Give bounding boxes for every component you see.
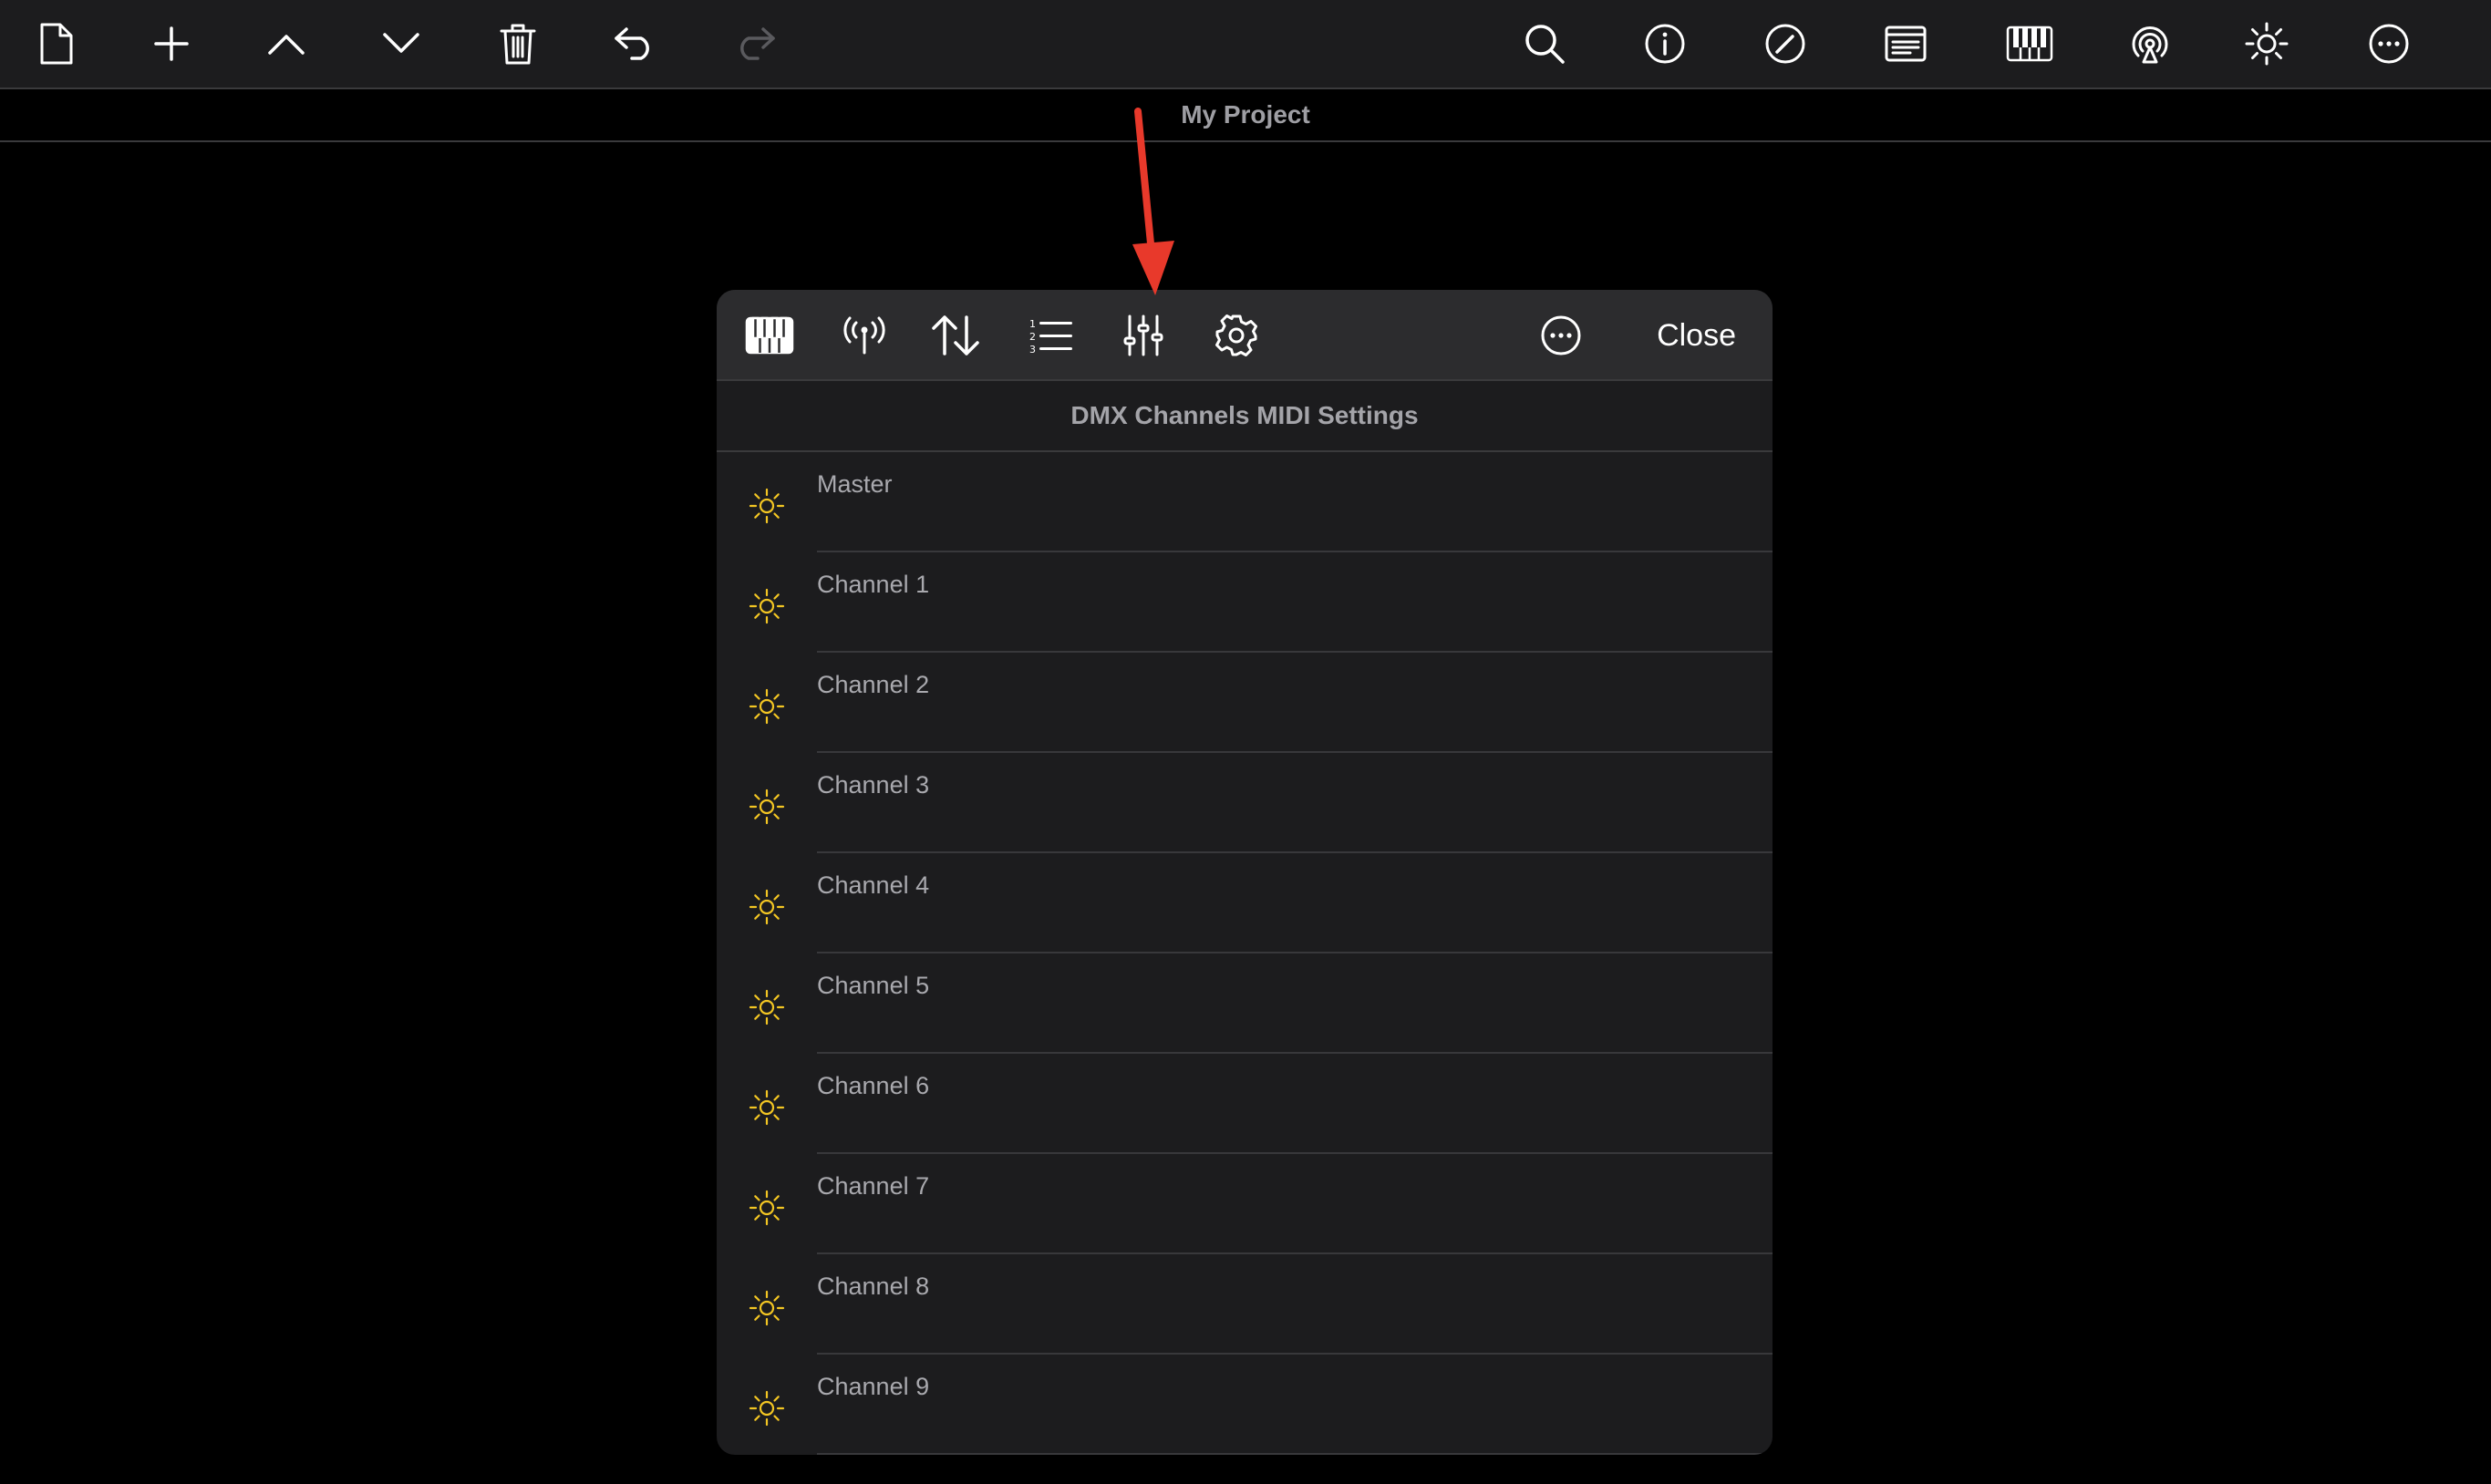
new-document-icon	[36, 22, 77, 66]
sun-icon	[748, 788, 786, 826]
midi-button[interactable]	[2002, 16, 2057, 71]
more-icon	[2368, 23, 2410, 65]
channel-row[interactable]: Master	[717, 452, 1773, 552]
more-button[interactable]	[2362, 16, 2416, 71]
edit-button[interactable]	[1758, 16, 1813, 71]
undo-icon	[614, 26, 656, 61]
gear-icon	[1214, 314, 1258, 357]
channel-row[interactable]: Channel 7	[717, 1154, 1773, 1254]
channel-label: Channel 4	[817, 871, 930, 899]
panel-midi-tab[interactable]	[744, 310, 795, 361]
info-icon	[1644, 23, 1686, 65]
piano-keys-icon	[2006, 26, 2053, 62]
panel-network-tab[interactable]	[839, 310, 890, 361]
redo-button[interactable]	[728, 16, 782, 71]
panel-more-button[interactable]	[1535, 310, 1587, 361]
channel-row[interactable]: Channel 3	[717, 753, 1773, 853]
channel-row[interactable]: Channel 8	[717, 1254, 1773, 1355]
channel-label: Channel 8	[817, 1273, 930, 1300]
new-document-button[interactable]	[29, 16, 84, 71]
channel-row[interactable]: Channel 9	[717, 1355, 1773, 1455]
panel-header: DMX Channels MIDI Settings	[717, 381, 1773, 452]
plus-icon	[153, 26, 190, 62]
channel-label: Channel 7	[817, 1172, 930, 1200]
sun-icon	[748, 988, 786, 1026]
document-text-icon	[1885, 26, 1927, 62]
sun-icon	[748, 487, 786, 525]
edit-circle-icon	[1764, 23, 1806, 65]
piano-keys-icon	[745, 316, 794, 355]
svg-text:3: 3	[1029, 344, 1036, 355]
move-down-button[interactable]	[374, 16, 429, 71]
project-title-bar: My Project	[0, 89, 2491, 142]
panel-dmx-tab[interactable]	[1118, 310, 1169, 361]
move-up-button[interactable]	[259, 16, 314, 71]
channel-row[interactable]: Channel 1	[717, 552, 1773, 653]
broadcast-icon	[2129, 23, 2171, 65]
sort-arrows-icon	[930, 314, 981, 356]
antenna-icon	[842, 316, 887, 355]
channel-label: Channel 6	[817, 1072, 930, 1099]
delete-button[interactable]	[491, 16, 545, 71]
panel-title: DMX Channels MIDI Settings	[1070, 401, 1419, 429]
sun-icon	[748, 1389, 786, 1427]
info-button[interactable]	[1638, 16, 1692, 71]
add-button[interactable]	[144, 16, 199, 71]
dmx-midi-settings-panel: 1 2 3 Close DMX Channels MIDI Settings M…	[717, 290, 1773, 1455]
project-title: My Project	[1181, 100, 1310, 129]
svg-text:1: 1	[1029, 318, 1036, 330]
channel-label: Master	[817, 470, 893, 498]
channel-label: Channel 5	[817, 972, 930, 999]
app-toolbar	[0, 0, 2491, 89]
chevron-up-icon	[267, 32, 305, 56]
channel-label: Channel 3	[817, 771, 930, 799]
channel-row[interactable]: Channel 6	[717, 1054, 1773, 1154]
close-button[interactable]: Close	[1657, 310, 1736, 361]
channel-label: Channel 1	[817, 571, 930, 598]
channel-list: Master Channel 1 Channel 2 Channel 3 Cha…	[717, 452, 1773, 1455]
search-button[interactable]	[1517, 16, 1572, 71]
panel-toolbar: 1 2 3 Close	[717, 290, 1773, 381]
brightness-button[interactable]	[2239, 16, 2294, 71]
channel-row[interactable]: Channel 2	[717, 653, 1773, 753]
broadcast-button[interactable]	[2123, 16, 2177, 71]
sun-icon	[748, 1289, 786, 1327]
brightness-icon	[2245, 22, 2289, 66]
sun-icon	[748, 587, 786, 625]
channel-label: Channel 9	[817, 1373, 930, 1400]
chevron-down-icon	[382, 32, 420, 56]
sun-icon	[748, 687, 786, 726]
channel-label: Channel 2	[817, 671, 930, 698]
row-divider	[817, 1453, 1773, 1455]
panel-list-tab[interactable]: 1 2 3	[1026, 310, 1077, 361]
panel-sort-tab[interactable]	[930, 310, 981, 361]
sliders-icon	[1122, 314, 1164, 356]
sun-icon	[748, 888, 786, 926]
redo-icon	[734, 26, 776, 61]
numbered-list-icon: 1 2 3	[1028, 316, 1074, 355]
sun-icon	[748, 1189, 786, 1227]
panel-settings-tab[interactable]	[1211, 310, 1262, 361]
channel-row[interactable]: Channel 5	[717, 953, 1773, 1054]
svg-text:2: 2	[1029, 331, 1036, 343]
sun-icon	[748, 1088, 786, 1127]
more-circle-icon	[1540, 314, 1582, 356]
channel-row[interactable]: Channel 4	[717, 853, 1773, 953]
search-icon	[1524, 23, 1566, 65]
undo-button[interactable]	[607, 16, 662, 71]
notes-button[interactable]	[1878, 16, 1933, 71]
trash-icon	[500, 22, 536, 66]
annotation-arrow	[1132, 108, 1174, 295]
